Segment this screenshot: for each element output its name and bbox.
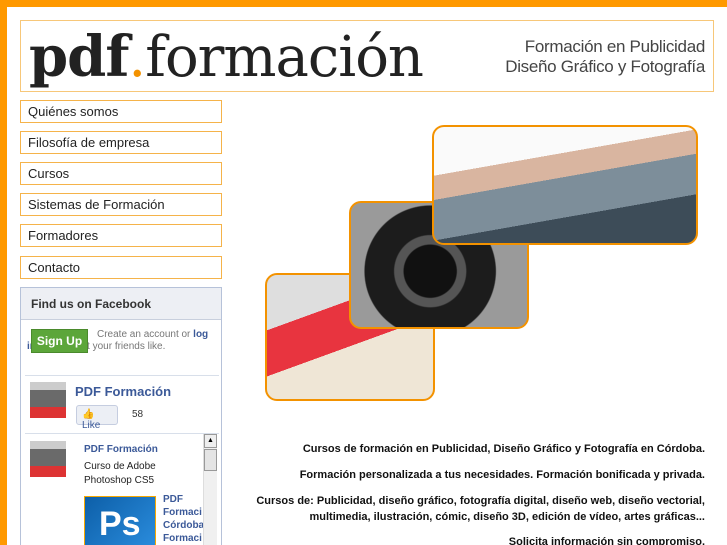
tagline-line: Formación en Publicidad <box>524 37 706 56</box>
feed-link-text[interactable]: PDF Formaci Córdoba Formaci <box>163 493 204 545</box>
text: Create an account or <box>97 329 194 340</box>
feed-text: Curso de Adobe Photoshop CS5 <box>84 461 156 486</box>
scroll-up-arrow-icon[interactable]: ▲ <box>204 434 217 448</box>
page-thumbnail[interactable] <box>30 382 66 418</box>
scroll-thumb[interactable] <box>204 449 217 471</box>
logo-bold: pdf <box>29 24 129 90</box>
courses-text: Cursos de: Publicidad, diseño gráfico, f… <box>256 495 705 507</box>
thumbs-up-icon: 👍 <box>82 409 95 420</box>
tagline-line: Diseño Gráfico y Fotografía <box>505 57 705 76</box>
nav-contacto[interactable]: Contacto <box>20 256 222 279</box>
divider <box>25 375 219 376</box>
nav-cursos[interactable]: Cursos <box>20 162 222 185</box>
text: Formaci <box>163 507 202 518</box>
page-name-link[interactable]: PDF Formación <box>75 384 171 399</box>
text: Córdoba <box>163 520 204 531</box>
facebook-widget: Find us on Facebook Create an account or… <box>20 287 222 545</box>
keyboard-photo <box>432 125 698 245</box>
facebook-title: Find us on Facebook <box>21 288 221 320</box>
courses-text: multimedia, ilustración, cómic, diseño 3… <box>309 511 705 523</box>
divider <box>25 433 219 434</box>
logo-dot: . <box>128 25 146 90</box>
logo[interactable]: pdf.formación <box>29 21 424 94</box>
logo-rest: formación <box>145 25 424 90</box>
intro-text: Formación personalizada a tus necesidade… <box>299 469 705 481</box>
feed-author-link[interactable]: PDF Formación <box>84 444 158 455</box>
nav-filosofia[interactable]: Filosofía de empresa <box>20 131 222 154</box>
tagline: Formación en Publicidad Diseño Gráfico y … <box>505 37 705 77</box>
nav-formadores[interactable]: Formadores <box>20 224 222 247</box>
intro-text: Cursos de formación en Publicidad, Diseñ… <box>302 443 705 455</box>
photoshop-image[interactable]: Ps <box>84 496 156 545</box>
feed-scrollbar[interactable]: ▲ <box>203 434 217 545</box>
signup-button[interactable]: Sign Up <box>31 329 88 353</box>
like-button[interactable]: 👍Like <box>76 405 118 431</box>
feed-thumbnail[interactable] <box>30 441 66 477</box>
header: pdf.formación Formación en Publicidad Dis… <box>20 20 714 92</box>
nav-quienes-somos[interactable]: Quiénes somos <box>20 100 222 123</box>
like-label: Like <box>82 420 101 431</box>
text: PDF <box>163 494 183 505</box>
text: Formaci <box>163 533 202 544</box>
like-count: 58 <box>132 409 144 420</box>
nav-sistemas[interactable]: Sistemas de Formación <box>20 193 222 216</box>
request-info-text: Solicita información sin compromiso. <box>508 536 705 545</box>
